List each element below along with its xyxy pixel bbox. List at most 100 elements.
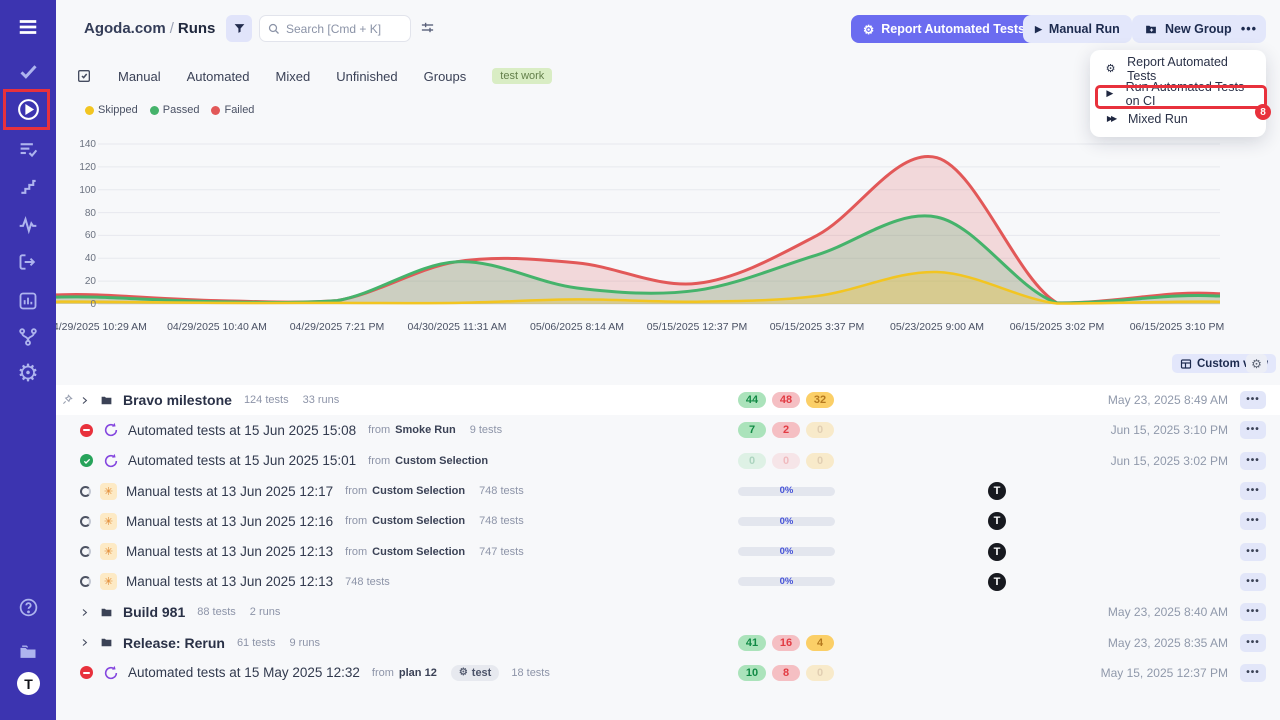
table-row[interactable]: Automated tests at 15 Jun 2025 15:08 fro… <box>56 415 1280 445</box>
report-automated-tests-button[interactable]: ⚙ Report Automated Tests <box>851 15 1037 43</box>
group-title[interactable]: Bravo milestone <box>123 392 232 408</box>
run-title[interactable]: Automated tests at 15 May 2025 12:32 <box>128 665 360 680</box>
tab-unfinished[interactable]: Unfinished <box>336 69 397 84</box>
new-group-button[interactable]: New Group <box>1132 15 1244 43</box>
table-row[interactable]: ✳ Manual tests at 13 Jun 2025 12:17 from… <box>56 476 1280 506</box>
menu-item-report-automated[interactable]: ⚙ Report Automated Tests <box>1090 56 1266 81</box>
skipped-badge: 0 <box>806 665 834 681</box>
table-row[interactable]: ✳ Manual tests at 13 Jun 2025 12:13 748 … <box>56 567 1280 597</box>
assignee-avatar[interactable]: T <box>988 543 1006 561</box>
runs-play-icon[interactable] <box>0 97 56 122</box>
table-row[interactable]: Release: Rerun 61 tests 9 runs 41 16 4 M… <box>56 627 1280 657</box>
gear-icon: ⚙ <box>1251 357 1262 371</box>
row-more-button[interactable]: ••• <box>1240 421 1266 439</box>
run-title[interactable]: Manual tests at 13 Jun 2025 12:13 <box>126 574 333 589</box>
failed-badge: 16 <box>772 635 800 651</box>
chevron-right-icon[interactable] <box>80 395 89 406</box>
table-row[interactable]: ✳ Manual tests at 13 Jun 2025 12:13 from… <box>56 536 1280 566</box>
status-in-progress-icon <box>80 576 91 587</box>
group-title[interactable]: Build 981 <box>123 604 185 620</box>
failed-badge: 8 <box>772 665 800 681</box>
tag-test-work[interactable]: test work <box>492 68 552 84</box>
table-settings-button[interactable]: ⚙ <box>1246 354 1267 373</box>
passed-badge: 41 <box>738 635 766 651</box>
row-more-button[interactable]: ••• <box>1240 512 1266 530</box>
result-badges: 0 0 0 <box>738 453 834 469</box>
skipped-badge: 0 <box>806 453 834 469</box>
settings-gear-icon[interactable]: ⚙ <box>0 362 56 386</box>
analytics-icon[interactable] <box>0 291 56 311</box>
menu-item-run-on-ci[interactable]: ▶ Run Automated Tests on CI <box>1090 81 1266 106</box>
row-more-button[interactable]: ••• <box>1240 543 1266 561</box>
manual-run-icon: ✳ <box>100 483 117 500</box>
table-toolbar: Custom view ⚙ <box>56 354 1280 378</box>
tests-check-icon[interactable] <box>0 61 56 82</box>
manual-run-icon: ✳ <box>100 543 117 560</box>
ci-gear-icon: ⚙ <box>1104 62 1117 75</box>
app-logo[interactable]: T <box>17 672 40 695</box>
help-icon[interactable] <box>0 597 56 618</box>
import-icon[interactable] <box>0 252 56 272</box>
row-more-button[interactable]: ••• <box>1240 391 1266 409</box>
failed-badge: 2 <box>772 422 800 438</box>
assignee-avatar[interactable]: T <box>988 512 1006 530</box>
table-row[interactable]: Automated tests at 15 May 2025 12:32 fro… <box>56 658 1280 688</box>
folder-plus-icon <box>1144 23 1158 36</box>
run-date: May 23, 2025 8:35 AM <box>1108 636 1228 650</box>
row-more-button[interactable]: ••• <box>1240 482 1266 500</box>
breadcrumb-page: Runs <box>178 20 216 37</box>
skipped-dot <box>85 106 94 115</box>
play-icon: ▶ <box>1035 24 1042 35</box>
filter-button[interactable] <box>226 15 252 42</box>
chevron-right-icon[interactable] <box>80 637 89 648</box>
layout-icon <box>1180 358 1192 370</box>
passed-badge: 44 <box>738 392 766 408</box>
adjustments-icon[interactable] <box>420 20 435 40</box>
group-title[interactable]: Release: Rerun <box>123 635 225 651</box>
run-title[interactable]: Automated tests at 15 Jun 2025 15:08 <box>128 423 356 438</box>
table-row[interactable]: Bravo milestone 124 tests 33 runs 44 48 … <box>56 385 1280 415</box>
manual-run-icon: ✳ <box>100 513 117 530</box>
row-more-button[interactable]: ••• <box>1240 573 1266 591</box>
manual-run-button[interactable]: ▶ Manual Run <box>1023 15 1132 43</box>
branch-icon[interactable] <box>0 327 56 347</box>
gear-icon: ⚙ <box>459 667 468 678</box>
menu-icon[interactable] <box>0 16 56 38</box>
run-title[interactable]: Automated tests at 15 Jun 2025 15:01 <box>128 453 356 468</box>
table-row[interactable]: Automated tests at 15 Jun 2025 15:01 fro… <box>56 446 1280 476</box>
run-date: Jun 15, 2025 3:10 PM <box>1111 423 1228 437</box>
automated-run-icon <box>102 664 119 681</box>
projects-folder-icon[interactable] <box>0 642 56 662</box>
pin-icon[interactable] <box>62 393 73 411</box>
row-more-button[interactable]: ••• <box>1240 452 1266 470</box>
plans-list-icon[interactable] <box>0 139 56 160</box>
assignee-avatar[interactable]: T <box>988 573 1006 591</box>
row-more-button[interactable]: ••• <box>1240 664 1266 682</box>
run-title[interactable]: Manual tests at 13 Jun 2025 12:13 <box>126 544 333 559</box>
breadcrumb-project[interactable]: Agoda.com <box>84 20 166 37</box>
table-row[interactable]: ✳ Manual tests at 13 Jun 2025 12:16 from… <box>56 506 1280 536</box>
menu-item-mixed-run[interactable]: ▶▶ Mixed Run <box>1090 106 1266 131</box>
row-more-button[interactable]: ••• <box>1240 603 1266 621</box>
checklist-icon[interactable] <box>76 68 92 84</box>
more-actions-button[interactable]: ••• <box>1232 15 1266 43</box>
result-badges: 7 2 0 <box>738 422 834 438</box>
search-input[interactable] <box>286 22 396 36</box>
row-more-button[interactable]: ••• <box>1240 634 1266 652</box>
tab-manual[interactable]: Manual <box>118 69 161 84</box>
run-title[interactable]: Manual tests at 13 Jun 2025 12:17 <box>126 484 333 499</box>
search-box[interactable] <box>259 15 411 42</box>
tab-mixed[interactable]: Mixed <box>276 69 311 84</box>
tag-chip[interactable]: ⚙test <box>451 665 500 681</box>
steps-icon[interactable] <box>0 177 56 196</box>
run-title[interactable]: Manual tests at 13 Jun 2025 12:16 <box>126 514 333 529</box>
run-date: May 15, 2025 12:37 PM <box>1101 666 1228 680</box>
skipped-badge: 32 <box>806 392 834 408</box>
tab-groups[interactable]: Groups <box>424 69 467 84</box>
play-icon: ▶ <box>1104 88 1116 99</box>
assignee-avatar[interactable]: T <box>988 482 1006 500</box>
table-row[interactable]: Build 981 88 tests 2 runs May 23, 2025 8… <box>56 597 1280 627</box>
tab-automated[interactable]: Automated <box>187 69 250 84</box>
chevron-right-icon[interactable] <box>80 607 89 618</box>
pulse-icon[interactable] <box>0 215 56 235</box>
